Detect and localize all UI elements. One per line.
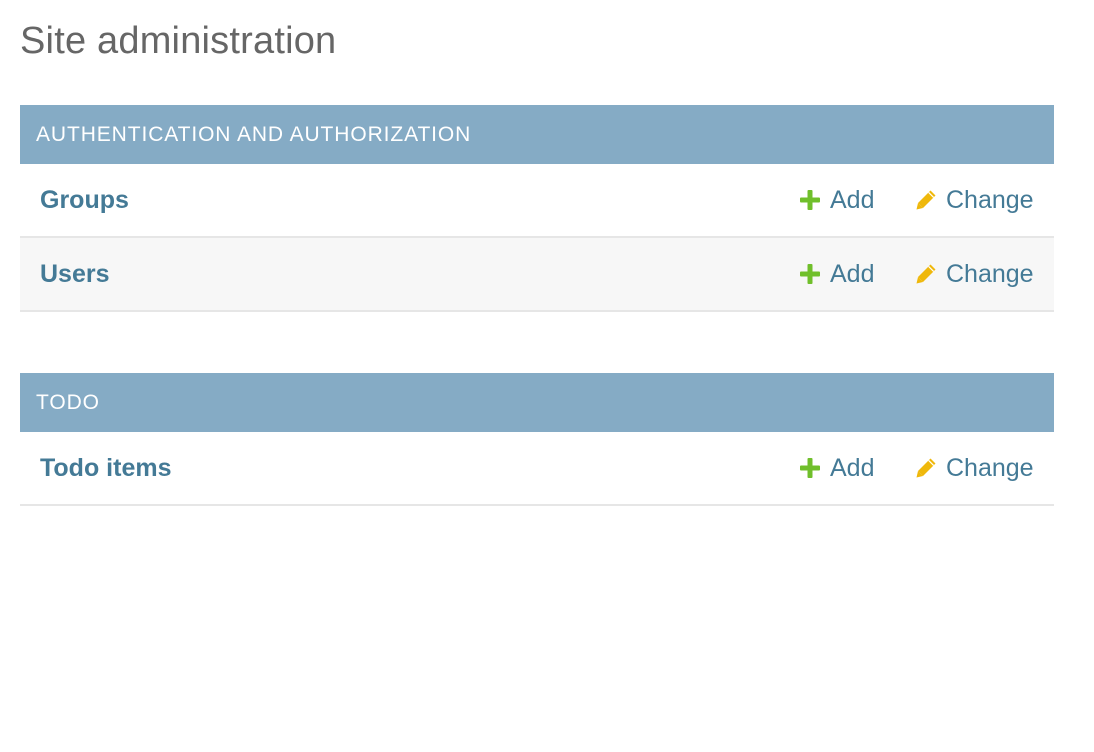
model-row-todo-items: Todo items Add Change xyxy=(20,432,1054,506)
add-label: Add xyxy=(830,186,875,214)
add-users-button[interactable]: Add xyxy=(798,238,874,310)
module-caption: AUTHENTICATION AND AUTHORIZATION xyxy=(20,105,1054,164)
add-groups-button[interactable]: Add xyxy=(798,164,874,236)
model-row-users: Users Add Change xyxy=(20,238,1054,312)
plus-icon xyxy=(798,188,822,212)
plus-icon xyxy=(798,262,822,286)
pencil-icon xyxy=(914,456,938,480)
change-label: Change xyxy=(946,186,1034,214)
add-label: Add xyxy=(830,260,875,288)
model-link-groups[interactable]: Groups xyxy=(40,164,129,236)
plus-icon xyxy=(798,456,822,480)
add-todo-items-button[interactable]: Add xyxy=(798,432,874,504)
module-todo: TODO Todo items Add Change xyxy=(20,373,1054,506)
add-label: Add xyxy=(830,454,875,482)
model-row-groups: Groups Add Change xyxy=(20,164,1054,238)
page-title: Site administration xyxy=(20,20,337,62)
module-caption: TODO xyxy=(20,373,1054,432)
module-auth: AUTHENTICATION AND AUTHORIZATION Groups … xyxy=(20,105,1054,312)
change-users-button[interactable]: Change xyxy=(914,238,1034,310)
pencil-icon xyxy=(914,262,938,286)
admin-page: Site administration AUTHENTICATION AND A… xyxy=(0,0,1094,752)
model-link-users[interactable]: Users xyxy=(40,238,110,310)
change-label: Change xyxy=(946,454,1034,482)
change-label: Change xyxy=(946,260,1034,288)
pencil-icon xyxy=(914,188,938,212)
change-todo-items-button[interactable]: Change xyxy=(914,432,1034,504)
model-link-todo-items[interactable]: Todo items xyxy=(40,432,171,504)
change-groups-button[interactable]: Change xyxy=(914,164,1034,236)
